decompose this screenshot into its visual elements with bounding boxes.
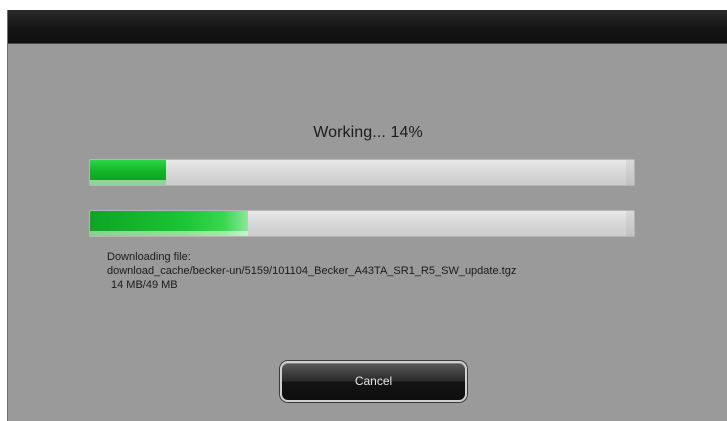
overall-progress-bar <box>89 159 635 186</box>
download-label: Downloading file: <box>107 251 191 263</box>
status-title: Working... 14% <box>313 124 423 141</box>
update-dialog: Working... 14% Downloading file: downloa… <box>7 10 727 421</box>
download-progress-fill <box>90 211 248 236</box>
title-bar <box>8 10 727 44</box>
screen: Working... 14% Downloading file: downloa… <box>0 0 727 421</box>
overall-progress-fill <box>90 160 167 185</box>
download-file-path: download_cache/becker-un/5159/101104_Bec… <box>107 265 517 277</box>
download-progress-bar <box>89 210 635 237</box>
download-size: 14 MB/49 MB <box>111 279 178 291</box>
download-info: Downloading file: download_cache/becker-… <box>107 250 516 292</box>
cancel-button[interactable]: Cancel <box>280 361 467 402</box>
